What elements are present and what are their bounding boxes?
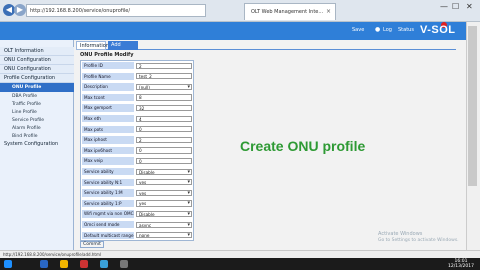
browser-tab[interactable]: OLT Web Management Inte... × xyxy=(244,3,336,20)
sidebar: OLT Information ONU Configuration ONU Co… xyxy=(0,40,74,250)
field-select[interactable]: yes xyxy=(136,179,192,186)
browser-status-bar: http://192.168.8.200/service/onuprofile/… xyxy=(0,250,480,258)
forward-icon[interactable]: ▶ xyxy=(14,4,26,16)
field-label: Max veip xyxy=(82,157,134,165)
field-label: Max ipv6host xyxy=(82,146,134,155)
field-input[interactable]: 0 xyxy=(136,157,192,165)
status-link[interactable]: Status xyxy=(398,27,414,33)
field-select[interactable]: yes xyxy=(136,200,192,207)
field-select[interactable]: (null) xyxy=(136,83,192,91)
content-tabs: Information Add Profile xyxy=(76,41,456,57)
sidebar-item-onu-profile[interactable]: ONU Profile xyxy=(0,83,74,92)
maximize-icon[interactable]: ☐ xyxy=(452,2,459,11)
ie-icon[interactable] xyxy=(40,260,48,268)
save-link[interactable]: Save xyxy=(352,27,364,33)
close-tab-icon[interactable]: × xyxy=(326,4,331,20)
sidebar-item-profile-configuration[interactable]: Profile Configuration xyxy=(0,74,74,83)
start-icon[interactable] xyxy=(4,260,12,268)
field-input[interactable]: 4 xyxy=(136,115,192,122)
sidebar-item-olt-information[interactable]: OLT Information xyxy=(0,47,74,56)
field-label: Max pots xyxy=(82,125,134,133)
activation-watermark-title: Activate Windows xyxy=(378,231,423,237)
field-label: Wifi mgmt via non OMCI xyxy=(82,210,134,218)
minimize-icon[interactable]: — xyxy=(440,2,448,11)
address-bar[interactable]: http://192.168.8.200/service/onuprofile/ xyxy=(26,4,206,17)
scrollbar-thumb[interactable] xyxy=(468,26,477,186)
video-caption: Create ONU profile xyxy=(240,138,366,154)
onu-profile-form: Profile ID 2 Profile Name test_2 Description… xyxy=(80,60,194,241)
field-input[interactable]: 0 xyxy=(136,147,192,154)
folder-icon[interactable] xyxy=(60,260,68,268)
browser-toolbar: ◀ ▶ http://192.168.8.200/service/onuprof… xyxy=(0,0,480,22)
field-input[interactable]: 32 xyxy=(136,104,192,112)
sidebar-item-onu-configuration[interactable]: ONU Configuration xyxy=(0,56,74,65)
field-label: Service ability N:1 xyxy=(82,178,134,186)
field-label: Service ability xyxy=(82,168,134,176)
field-input[interactable]: 8 xyxy=(136,94,192,101)
field-label: Default multicast range xyxy=(82,231,134,239)
field-label: Max gemport xyxy=(82,104,134,112)
log-link[interactable]: Log xyxy=(383,27,392,33)
field-input[interactable]: test_2 xyxy=(136,73,192,80)
field-label: Description xyxy=(82,83,134,91)
commit-button[interactable]: Commit xyxy=(80,241,104,248)
field-label: Service ability 1:P xyxy=(82,199,134,208)
field-input[interactable]: 0 xyxy=(136,126,192,133)
field-select[interactable]: Disable xyxy=(136,168,192,175)
field-label: Max iphost xyxy=(82,136,134,144)
app-icon[interactable] xyxy=(120,260,128,268)
app-header: Save ● Log Status V-SOL xyxy=(0,22,466,40)
vsol-logo: V-SOL xyxy=(420,24,456,36)
field-select[interactable]: none xyxy=(136,232,192,239)
field-select[interactable]: async xyxy=(136,221,192,228)
app-icon[interactable] xyxy=(80,260,88,268)
tab-information[interactable]: Information xyxy=(76,41,109,50)
field-label: Max tcont xyxy=(82,93,134,102)
close-window-icon[interactable]: ✕ xyxy=(466,2,473,11)
field-input[interactable]: 2 xyxy=(136,62,192,69)
log-icon[interactable]: ● xyxy=(375,26,380,33)
field-label: Profile Name xyxy=(82,72,134,80)
field-label: Max eth xyxy=(82,115,134,123)
activation-watermark-subtitle: Go to Settings to activate Windows. xyxy=(378,238,459,243)
sidebar-item-onu-configuration-2[interactable]: ONU Configuration xyxy=(0,65,74,74)
windows-taskbar: 16:01 12/13/2017 xyxy=(0,258,480,270)
taskbar-clock[interactable]: 16:01 12/13/2017 xyxy=(448,259,474,269)
field-input[interactable]: 2 xyxy=(136,136,192,144)
field-label: Omci send mode xyxy=(82,221,134,229)
tab-title: OLT Web Management Inte... xyxy=(251,9,324,15)
form-title: ONU Profile Modify xyxy=(80,52,134,58)
clock-date: 12/13/2017 xyxy=(448,264,474,269)
sidebar-item-system-configuration[interactable]: System Configuration xyxy=(0,140,74,149)
field-select[interactable]: yes xyxy=(136,189,192,197)
field-label: Service ability 1:M xyxy=(82,189,134,197)
app-icon[interactable] xyxy=(100,260,108,268)
tab-add-profile[interactable]: Add Profile xyxy=(108,41,138,57)
field-label: Profile ID xyxy=(82,62,134,70)
field-select[interactable]: Disable xyxy=(136,210,192,218)
